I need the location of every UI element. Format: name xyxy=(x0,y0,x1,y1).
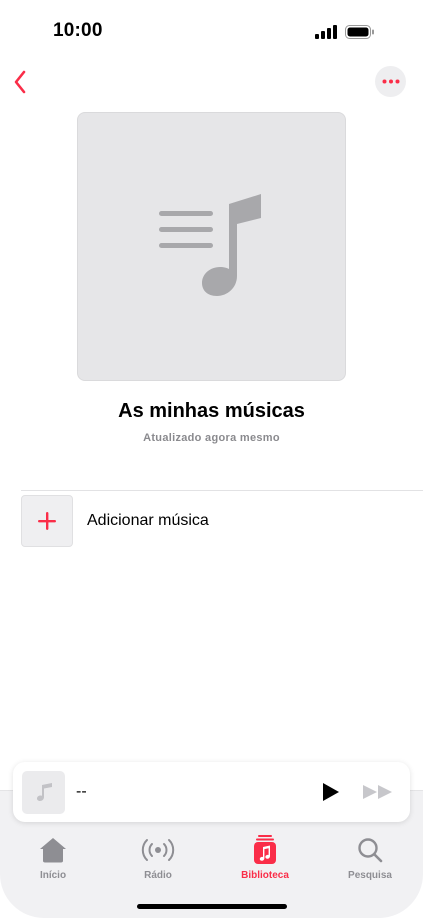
divider xyxy=(21,490,423,491)
next-track-button[interactable] xyxy=(361,776,395,808)
add-music-row[interactable]: Adicionar música xyxy=(21,495,423,547)
status-time: 10:00 xyxy=(53,20,103,41)
status-bar: 10:00 xyxy=(0,0,423,60)
library-icon xyxy=(254,835,276,864)
status-icons xyxy=(315,25,375,39)
tab-pesquisa[interactable]: Pesquisa xyxy=(330,835,410,881)
home-indicator xyxy=(137,904,287,909)
tab-label-inicio: Início xyxy=(39,870,67,881)
play-button[interactable] xyxy=(315,776,347,808)
more-options-button[interactable] xyxy=(375,66,406,97)
plus-icon xyxy=(38,512,56,530)
playlist-subtitle: Atualizado agora mesmo xyxy=(143,432,280,444)
search-icon xyxy=(358,838,383,863)
signal-icon xyxy=(315,25,337,39)
radio-icon xyxy=(141,839,175,861)
music-note-icon xyxy=(36,783,52,801)
tab-label-biblioteca: Biblioteca xyxy=(241,870,289,881)
tab-radio[interactable]: Rádio xyxy=(118,835,198,881)
mini-player-artwork xyxy=(22,770,65,814)
music-note-list-icon xyxy=(158,193,261,296)
playlist-artwork xyxy=(77,112,346,381)
add-music-tile[interactable] xyxy=(21,495,73,547)
home-icon xyxy=(40,838,66,863)
tab-label-pesquisa: Pesquisa xyxy=(348,870,392,881)
tab-biblioteca[interactable]: Biblioteca xyxy=(225,835,305,881)
forward-icon xyxy=(363,785,392,799)
chevron-left-icon xyxy=(14,70,26,94)
play-icon xyxy=(323,783,339,801)
tab-inicio[interactable]: Início xyxy=(13,835,93,881)
mini-player[interactable]: -- xyxy=(13,762,410,822)
tab-label-radio: Rádio xyxy=(144,870,172,881)
ellipsis-icon xyxy=(382,79,399,84)
playlist-title: As minhas músicas xyxy=(118,400,305,422)
battery-icon xyxy=(345,25,374,39)
back-button[interactable] xyxy=(6,66,34,98)
mini-player-track-title: -- xyxy=(76,783,87,800)
add-music-label: Adicionar música xyxy=(87,512,209,529)
